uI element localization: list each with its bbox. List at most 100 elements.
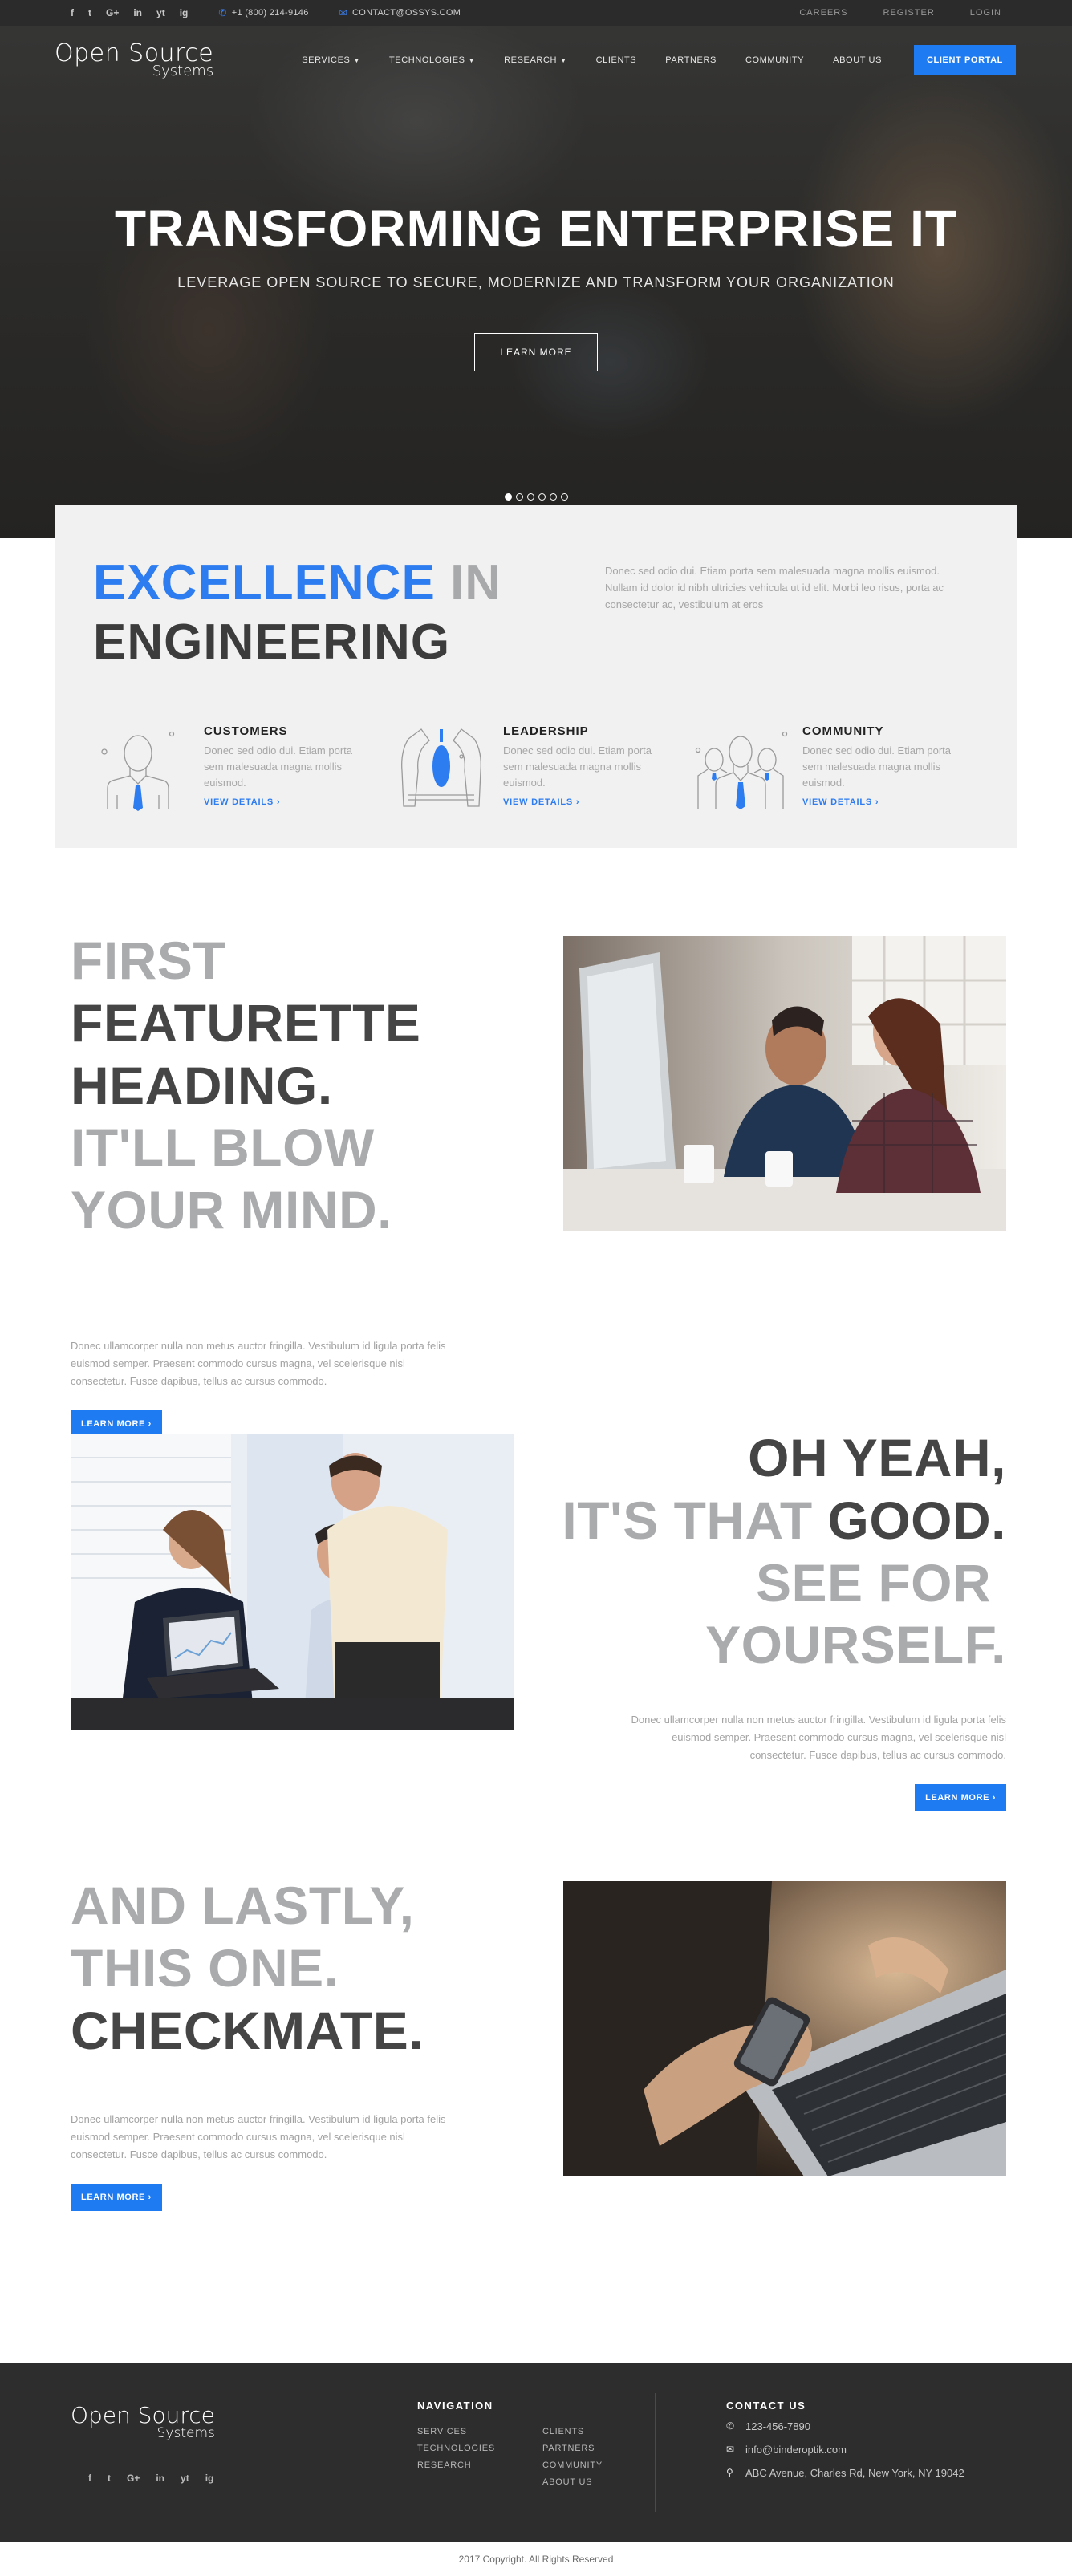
team-laptop-photo — [71, 1433, 514, 1730]
footer-nav-about-us[interactable]: ABOUT US — [542, 2477, 603, 2487]
logo[interactable]: Open Source Systems — [55, 42, 213, 79]
nav-menu: SERVICES ▼ TECHNOLOGIES ▼ RESEARCH ▼ CLIENT… — [302, 45, 1016, 75]
footer-divider — [655, 2392, 656, 2512]
nav-partners[interactable]: PARTNERS — [665, 55, 717, 65]
nav-research-label: RESEARCH — [504, 55, 558, 65]
google-plus-icon[interactable]: G+ — [127, 2473, 140, 2484]
heading-line: FIRST — [71, 930, 226, 990]
slider-dot[interactable] — [526, 493, 534, 501]
excellence-description: Donec sed odio dui. Etiam porta sem male… — [605, 565, 944, 611]
office-desk-image — [563, 935, 1006, 1231]
client-portal-button[interactable]: CLIENT PORTAL — [914, 45, 1016, 75]
phone-laptop-image — [563, 1880, 1006, 2176]
map-pin-icon: ⚲ — [726, 2467, 733, 2479]
slider-dot[interactable] — [538, 493, 546, 501]
slider-dot[interactable] — [515, 493, 523, 501]
excellence-heading: EXCELLENCE IN ENGINEERING — [93, 554, 501, 673]
nav-about-us[interactable]: ABOUT US — [833, 55, 882, 65]
nav-research[interactable]: RESEARCH ▼ — [504, 55, 566, 65]
register-link[interactable]: REGISTER — [883, 8, 935, 18]
featurette-third-learn-more-button[interactable]: LEARN MORE › — [71, 2183, 162, 2211]
top-phone-text: +1 (800) 214-9146 — [231, 8, 309, 18]
linkedin-icon[interactable]: in — [156, 2473, 164, 2484]
featurette-first-text: Donec ullamcorper nulla non metus auctor… — [71, 1339, 446, 1387]
twitter-icon[interactable]: t — [88, 7, 91, 18]
hero-learn-more-button[interactable]: LEARN MORE — [474, 333, 598, 371]
feature-community-desc: Donec sed odio dui. Etiam porta sem male… — [802, 744, 951, 789]
nav-services[interactable]: SERVICES ▼ — [302, 55, 360, 65]
nav-services-label: SERVICES — [302, 55, 351, 65]
footer-logo[interactable]: Open Source Systems — [71, 2404, 215, 2440]
hero-title: TRANSFORMING ENTERPRISE IT — [114, 200, 958, 258]
feature-community-link[interactable]: VIEW DETAILS › — [802, 797, 879, 807]
heading-line: YOURSELF. — [705, 1615, 1006, 1675]
footer-nav-partners[interactable]: PARTNERS — [542, 2444, 603, 2453]
footer-contact-title: CONTACT US — [726, 2399, 806, 2412]
caret-down-icon: ▼ — [468, 56, 476, 64]
linkedin-icon[interactable]: in — [133, 7, 142, 18]
featurette-second-heading: OH YEAH, IT'S THAT GOOD. SEE FOR YOURSEL… — [562, 1427, 1006, 1677]
footer-nav-community[interactable]: COMMUNITY — [542, 2460, 603, 2470]
heading-line: FEATURETTE — [71, 992, 421, 1053]
nav-technologies[interactable]: TECHNOLOGIES ▼ — [389, 55, 475, 65]
heading-line: THIS ONE. — [71, 1937, 339, 1998]
footer-logo-line2: Systems — [156, 2424, 215, 2441]
footer-email[interactable]: ✉ info@binderoptik.com — [726, 2444, 964, 2456]
instagram-icon[interactable]: ig — [180, 7, 189, 18]
facebook-icon[interactable]: f — [71, 7, 74, 18]
nav-community[interactable]: COMMUNITY — [745, 55, 804, 65]
heading-line: IT'LL BLOW — [71, 1118, 375, 1178]
feature-leadership-text: LEADERSHIP Donec sed odio dui. Etiam por… — [503, 723, 664, 811]
feature-leadership-desc: Donec sed odio dui. Etiam porta sem male… — [503, 744, 652, 789]
heading-line: YOUR MIND. — [71, 1180, 392, 1240]
featurette-third-text: Donec ullamcorper nulla non metus auctor… — [71, 2112, 446, 2160]
footer-nav-services[interactable]: SERVICES — [417, 2427, 495, 2436]
footer-nav-research[interactable]: RESEARCH — [417, 2460, 495, 2470]
feature-leadership: LEADERSHIP Donec sed odio dui. Etiam por… — [392, 723, 681, 811]
footer-social-links: f t G+ in yt ig — [88, 2473, 213, 2484]
customer-icon — [101, 731, 175, 811]
slider-dot[interactable] — [549, 493, 557, 501]
instagram-icon[interactable]: ig — [205, 2473, 214, 2484]
footer-address-text: ABC Avenue, Charles Rd, New York, NY 190… — [745, 2466, 964, 2479]
excellence-word: EXCELLENCE — [93, 555, 436, 611]
footer-nav-technologies[interactable]: TECHNOLOGIES — [417, 2444, 495, 2453]
excellence-section: EXCELLENCE IN ENGINEERING Donec sed odio… — [55, 505, 1017, 848]
youtube-icon[interactable]: yt — [181, 2473, 189, 2484]
footer-address: ⚲ ABC Avenue, Charles Rd, New York, NY 1… — [726, 2467, 964, 2479]
footer-phone[interactable]: ✆ 123-456-7890 — [726, 2420, 964, 2432]
twitter-icon[interactable]: t — [108, 2473, 111, 2484]
phone-icon: ✆ — [218, 7, 227, 18]
heading-line: CHECKMATE. — [71, 2000, 424, 2060]
caret-down-icon: ▼ — [353, 56, 360, 64]
leadership-icon — [401, 728, 481, 807]
slider-dot[interactable] — [560, 493, 568, 501]
team-laptop-image — [71, 1433, 514, 1730]
top-email-text: CONTACT@OSSYS.COM — [352, 8, 461, 18]
mail-icon: ✉ — [339, 7, 347, 18]
office-desk-photo — [563, 935, 1006, 1231]
google-plus-icon[interactable]: G+ — [106, 7, 119, 18]
feature-customers: CUSTOMERS Donec sed odio dui. Etiam port… — [93, 723, 382, 811]
top-phone[interactable]: ✆ +1 (800) 214-9146 — [218, 7, 308, 18]
login-link[interactable]: LOGIN — [970, 8, 1001, 18]
heading-line: OH YEAH, — [748, 1427, 1006, 1487]
heading-line: AND LASTLY, — [71, 1875, 415, 1935]
featurette-second: OH YEAH, IT'S THAT GOOD. SEE FOR YOURSEL… — [0, 1428, 1072, 1881]
slider-dots — [0, 493, 1072, 501]
facebook-icon[interactable]: f — [88, 2473, 91, 2484]
nav-clients[interactable]: CLIENTS — [596, 55, 637, 65]
heading-line: GOOD. — [827, 1490, 1006, 1550]
feature-leadership-link[interactable]: VIEW DETAILS › — [503, 797, 579, 807]
youtube-icon[interactable]: yt — [156, 7, 165, 18]
footer-nav-col2: CLIENTS PARTNERS COMMUNITY ABOUT US — [542, 2427, 603, 2487]
feature-community-text: COMMUNITY Donec sed odio dui. Etiam port… — [802, 723, 963, 811]
top-email[interactable]: ✉ CONTACT@OSSYS.COM — [339, 7, 461, 18]
hero-section: Open Source Systems SERVICES ▼ TECHNOLOGI… — [0, 26, 1072, 538]
feature-customers-link[interactable]: VIEW DETAILS › — [204, 797, 280, 807]
footer-nav-clients[interactable]: CLIENTS — [542, 2427, 603, 2436]
careers-link[interactable]: CAREERS — [799, 8, 847, 18]
featurette-second-learn-more-button[interactable]: LEARN MORE › — [915, 1783, 1006, 1811]
feature-customers-title: CUSTOMERS — [204, 724, 288, 738]
slider-dot[interactable] — [504, 493, 512, 501]
